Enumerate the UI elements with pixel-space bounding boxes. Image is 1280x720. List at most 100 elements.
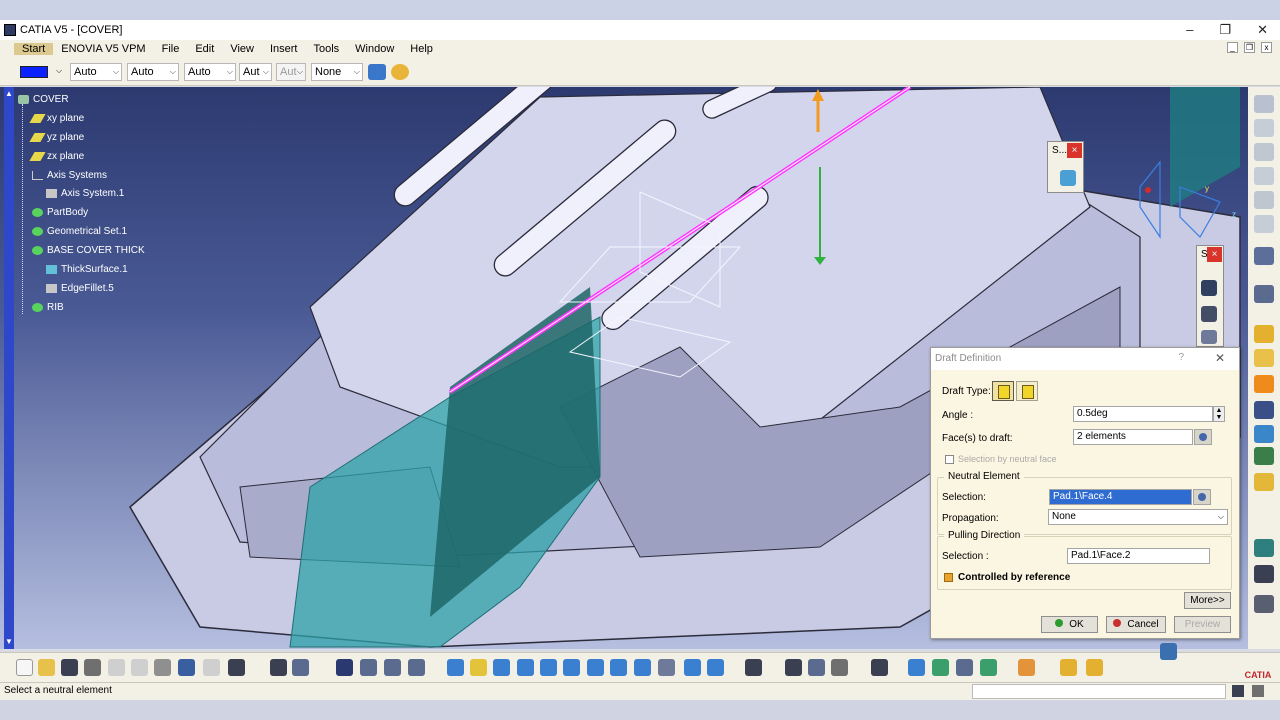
redo-icon[interactable]: [203, 659, 220, 676]
tree-node-geometrical-set-1[interactable]: Geometrical Set.1: [32, 226, 127, 237]
formula-icon[interactable]: [270, 659, 287, 676]
menu-window[interactable]: Window: [347, 43, 402, 55]
doc-close-icon[interactable]: x: [1261, 42, 1272, 53]
tool-icon[interactable]: [1254, 191, 1274, 209]
menu-insert[interactable]: Insert: [262, 43, 306, 55]
angle-input[interactable]: 0.5deg: [1073, 406, 1213, 422]
tool-icon[interactable]: [1254, 119, 1274, 137]
floating-toolbar-2[interactable]: S ×: [1196, 245, 1224, 347]
swap-icon[interactable]: [408, 659, 425, 676]
line-thickness-combo[interactable]: Auto ⌵: [127, 63, 179, 81]
sheet-metal-icon[interactable]: [1086, 659, 1103, 676]
tool-icon[interactable]: [1201, 280, 1217, 296]
new-icon[interactable]: [16, 659, 33, 676]
tool-icon[interactable]: [1254, 95, 1274, 113]
color-swatch[interactable]: [20, 66, 48, 78]
material-icon[interactable]: [908, 659, 925, 676]
fit-all-icon[interactable]: [470, 659, 487, 676]
close-icon[interactable]: ×: [1067, 143, 1082, 158]
arrow-icon[interactable]: [1254, 247, 1274, 265]
shaft-icon[interactable]: [1254, 375, 1274, 393]
measure-item-icon[interactable]: [808, 659, 825, 676]
tree-node-axis-system-1[interactable]: Axis System.1: [46, 188, 124, 199]
tree-view-icon[interactable]: [360, 659, 377, 676]
pan-icon[interactable]: [493, 659, 510, 676]
menu-file[interactable]: File: [154, 43, 188, 55]
variable-draft-icon[interactable]: [1016, 381, 1038, 401]
menu-edit[interactable]: Edit: [187, 43, 222, 55]
save-icon[interactable]: [61, 659, 78, 676]
close-icon[interactable]: ✕: [1257, 22, 1268, 38]
scroll-up-icon[interactable]: ▲: [4, 89, 14, 99]
ok-button[interactable]: OK: [1041, 616, 1098, 633]
tree-node-base-cover-thick[interactable]: BASE COVER THICK: [32, 245, 145, 256]
pattern-icon[interactable]: [1254, 565, 1274, 583]
tool-icon[interactable]: [1254, 215, 1274, 233]
tree-node-zx-plane[interactable]: zx plane: [29, 151, 84, 162]
knowledge-icon[interactable]: [292, 659, 309, 676]
menu-start[interactable]: Start: [14, 43, 54, 55]
open-icon[interactable]: [38, 659, 55, 676]
zoom-in-icon[interactable]: [540, 659, 557, 676]
menu-view[interactable]: View: [222, 43, 262, 55]
angle-spinner-icon[interactable]: ▲ ▼: [1213, 406, 1225, 422]
undo-icon[interactable]: [178, 659, 195, 676]
restore-icon[interactable]: ❐: [1219, 22, 1231, 38]
normal-view-icon[interactable]: [587, 659, 604, 676]
transparency-combo[interactable]: Auto ⌵: [70, 63, 122, 81]
floating-toolbar-1[interactable]: S... ×: [1047, 141, 1084, 193]
hide-show-icon[interactable]: [384, 659, 401, 676]
transform-icon[interactable]: [1254, 595, 1274, 613]
surface-tool-icon[interactable]: [1060, 170, 1076, 186]
draft-analysis-icon[interactable]: [980, 659, 997, 676]
close-icon[interactable]: ×: [1207, 247, 1222, 262]
photo-icon[interactable]: [871, 659, 888, 676]
print-icon[interactable]: [84, 659, 101, 676]
constant-draft-icon[interactable]: [992, 381, 1014, 401]
draft-icon[interactable]: [1254, 539, 1274, 557]
tree-node-thicksurface-1[interactable]: ThickSurface.1: [46, 264, 128, 275]
fillet-icon[interactable]: [1254, 473, 1274, 491]
menu-tools[interactable]: Tools: [305, 43, 347, 55]
paste-icon[interactable]: [154, 659, 171, 676]
pulling-selection-field[interactable]: Pad.1\Face.2: [1067, 548, 1210, 564]
tree-node-rib[interactable]: RIB: [32, 302, 64, 313]
scan-icon[interactable]: [1018, 659, 1035, 676]
tool-icon[interactable]: [1201, 306, 1217, 322]
shading-icon[interactable]: [658, 659, 675, 676]
copy-format-icon[interactable]: [391, 64, 409, 80]
tree-node-xy-plane[interactable]: xy plane: [29, 113, 84, 124]
hide-icon[interactable]: [684, 659, 701, 676]
propagation-select[interactable]: None ⌵: [1048, 509, 1228, 525]
analysis-icon[interactable]: [956, 659, 973, 676]
tool-icon[interactable]: [1254, 143, 1274, 161]
sketch-icon[interactable]: [1254, 285, 1274, 303]
neutral-selection-field[interactable]: Pad.1\Face.4: [1049, 489, 1192, 505]
panel-icon[interactable]: [1252, 685, 1264, 697]
more-button[interactable]: More>>: [1184, 592, 1231, 609]
tree-node-cover[interactable]: COVER: [18, 94, 69, 105]
table-icon[interactable]: [336, 659, 353, 676]
menu-help[interactable]: Help: [402, 43, 441, 55]
menu-enovia[interactable]: ENOVIA V5 VPM: [53, 43, 153, 55]
close-icon[interactable]: ✕: [1215, 351, 1225, 365]
doc-restore-icon[interactable]: ❐: [1244, 42, 1255, 53]
tree-node-axis-systems[interactable]: Axis Systems: [32, 170, 107, 181]
rotate-icon[interactable]: [517, 659, 534, 676]
tool-icon[interactable]: [1201, 330, 1217, 344]
doc-minimize-icon[interactable]: _: [1227, 42, 1238, 53]
scroll-down-icon[interactable]: ▼: [4, 637, 14, 647]
measure-inertia-icon[interactable]: [831, 659, 848, 676]
tool-icon[interactable]: [1254, 167, 1274, 185]
tree-node-edgefillet-5[interactable]: EdgeFillet.5: [46, 283, 114, 294]
power-input-field[interactable]: [972, 684, 1226, 699]
painter-icon[interactable]: [368, 64, 386, 80]
swap-visible-space-icon[interactable]: [707, 659, 724, 676]
minimize-icon[interactable]: –: [1186, 22, 1193, 38]
line-type-combo[interactable]: Auto ⌵: [184, 63, 236, 81]
apply-material-icon[interactable]: [932, 659, 949, 676]
tree-node-partbody[interactable]: PartBody: [32, 207, 88, 218]
point-symbol-combo[interactable]: Aut ⌵: [239, 63, 272, 81]
pad-icon[interactable]: [1254, 325, 1274, 343]
layer-combo[interactable]: None ⌵: [311, 63, 363, 81]
